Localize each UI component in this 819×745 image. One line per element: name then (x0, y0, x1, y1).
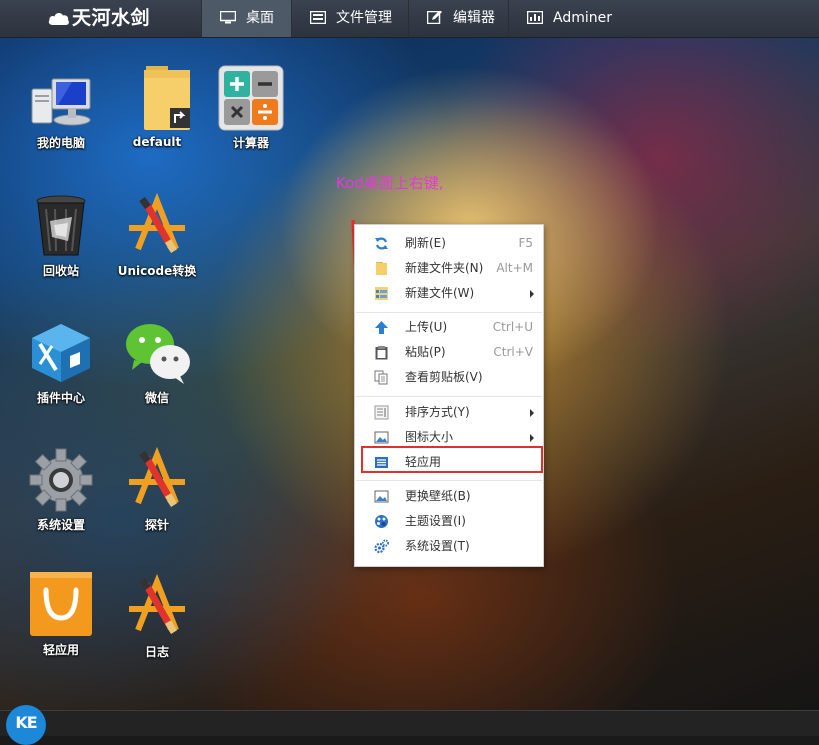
desktop-icon-label: Unicode转换 (117, 264, 197, 278)
tab-adminer[interactable]: Adminer (508, 0, 626, 37)
paste-icon (375, 346, 388, 360)
clipboard-icon (374, 370, 388, 385)
desktop-icon-wechat[interactable]: 微信 (112, 320, 202, 406)
monitor-icon (220, 11, 236, 24)
menu-separator (356, 312, 542, 313)
gear-icon (29, 448, 93, 512)
tab-desktop-label: 桌面 (246, 10, 274, 26)
desktop-icon-label: 系统设置 (36, 518, 85, 532)
menu-item-refresh[interactable]: 刷新(E) F5 (355, 231, 543, 256)
menu-item-new-file[interactable]: 新建文件(W) (355, 281, 543, 306)
desktop-icon-plugin-center[interactable]: 插件中心 (16, 320, 106, 406)
submenu-arrow-icon (530, 434, 534, 442)
menu-item-system-settings[interactable]: 系统设置(T) (355, 534, 543, 559)
top-navigation-bar: 天河水剑 桌面 文件管理 编辑器 Adminer (0, 0, 819, 38)
desktop-icon-label: 我的电脑 (36, 136, 85, 150)
menu-item-label: 查看剪贴板(V) (405, 370, 483, 384)
desktop-icon-unicode[interactable]: Unicode转换 (112, 192, 202, 279)
menu-item-shortcut: F5 (518, 236, 533, 250)
menu-item-shortcut: Alt+M (496, 261, 533, 275)
edit-icon (427, 11, 442, 24)
icon-size-icon (374, 431, 389, 444)
tab-adminer-label: Adminer (553, 10, 612, 26)
menu-separator (356, 480, 542, 481)
menu-item-paste[interactable]: 粘贴(P) Ctrl+V (355, 340, 543, 365)
menu-item-shortcut: Ctrl+V (493, 345, 533, 359)
taskbar (0, 710, 819, 736)
context-menu: 刷新(E) F5 新建文件夹(N) Alt+M 新建文件(W) 上传(U) Ct… (354, 224, 544, 567)
tab-editor-label: 编辑器 (453, 10, 495, 26)
menu-item-view-clipboard[interactable]: 查看剪贴板(V) (355, 365, 543, 390)
menu-item-label: 新建文件夹(N) (405, 261, 484, 275)
desktop-icon-light-app[interactable]: 轻应用 (16, 568, 106, 658)
menu-item-new-folder[interactable]: 新建文件夹(N) Alt+M (355, 256, 543, 281)
highlight-box (361, 446, 543, 473)
chart-icon (527, 11, 543, 24)
new-file-icon (375, 287, 388, 300)
desktop-icon-label: 日志 (144, 645, 169, 659)
desktop-icon-label: 轻应用 (42, 643, 79, 657)
desktop-icon-label: 探针 (144, 518, 169, 532)
menu-item-label: 上传(U) (405, 320, 448, 334)
desktop-icon-log[interactable]: 日志 (112, 573, 202, 660)
start-button[interactable]: KE (6, 705, 46, 745)
sort-icon (374, 405, 389, 420)
menu-item-label: 粘贴(P) (405, 345, 446, 359)
app-store-icon (129, 573, 185, 634)
tab-editor[interactable]: 编辑器 (408, 0, 508, 37)
recycle-bin-icon (36, 195, 86, 256)
settings-icon (374, 539, 389, 554)
shopping-bag-icon (30, 572, 92, 636)
upload-icon (375, 321, 388, 334)
menu-item-label: 更换壁纸(B) (405, 489, 471, 503)
menu-item-label: 刷新(E) (405, 236, 446, 250)
desktop-icon-my-computer[interactable]: 我的电脑 (16, 65, 106, 151)
computer-icon (31, 78, 91, 126)
submenu-arrow-icon (530, 290, 534, 298)
menu-separator (356, 396, 542, 397)
calculator-icon (218, 65, 284, 131)
tab-file-manager-label: 文件管理 (336, 10, 392, 26)
desktop-icon-label: 插件中心 (36, 391, 85, 405)
desktop-icon-label: 回收站 (42, 264, 79, 278)
folder-icon (376, 262, 387, 275)
app-store-icon (129, 192, 185, 253)
plugin-center-icon (32, 324, 90, 382)
desktop-icon-default-folder[interactable]: default (112, 62, 202, 149)
menu-item-upload[interactable]: 上传(U) Ctrl+U (355, 315, 543, 340)
folder-shortcut-icon (144, 66, 190, 130)
menu-item-shortcut: Ctrl+U (492, 320, 533, 334)
desktop-icon-recycle-bin[interactable]: 回收站 (16, 193, 106, 279)
desktop-icon-label: 微信 (144, 391, 169, 405)
folder-list-icon (310, 11, 326, 24)
theme-icon (375, 515, 388, 528)
desktop-icon-system-settings[interactable]: 系统设置 (16, 447, 106, 533)
refresh-icon (375, 237, 388, 250)
wallpaper-icon (374, 490, 389, 503)
menu-item-theme-settings[interactable]: 主题设置(I) (355, 509, 543, 534)
menu-item-label: 新建文件(W) (405, 286, 475, 300)
brand-logo[interactable]: 天河水剑 (48, 0, 150, 37)
tab-desktop[interactable]: 桌面 (201, 0, 291, 37)
desktop-icon-calculator[interactable]: 计算器 (206, 65, 296, 151)
cloud-icon (48, 12, 69, 25)
wechat-icon (126, 324, 190, 384)
app-store-icon (129, 446, 185, 507)
brand-title: 天河水剑 (72, 7, 151, 29)
menu-item-label: 主题设置(I) (405, 514, 466, 528)
tab-file-manager[interactable]: 文件管理 (291, 0, 408, 37)
annotation-text: Kod桌面上右键, (336, 174, 444, 192)
submenu-arrow-icon (530, 409, 534, 417)
menu-item-label: 系统设置(T) (405, 539, 470, 553)
desktop-icon-label: default (132, 135, 182, 149)
desktop-icon-probe[interactable]: 探针 (112, 446, 202, 533)
menu-item-change-wallpaper[interactable]: 更换壁纸(B) (355, 484, 543, 509)
menu-item-sort[interactable]: 排序方式(Y) (355, 400, 543, 425)
menu-item-label: 排序方式(Y) (405, 405, 470, 419)
desktop-icon-label: 计算器 (232, 136, 269, 150)
